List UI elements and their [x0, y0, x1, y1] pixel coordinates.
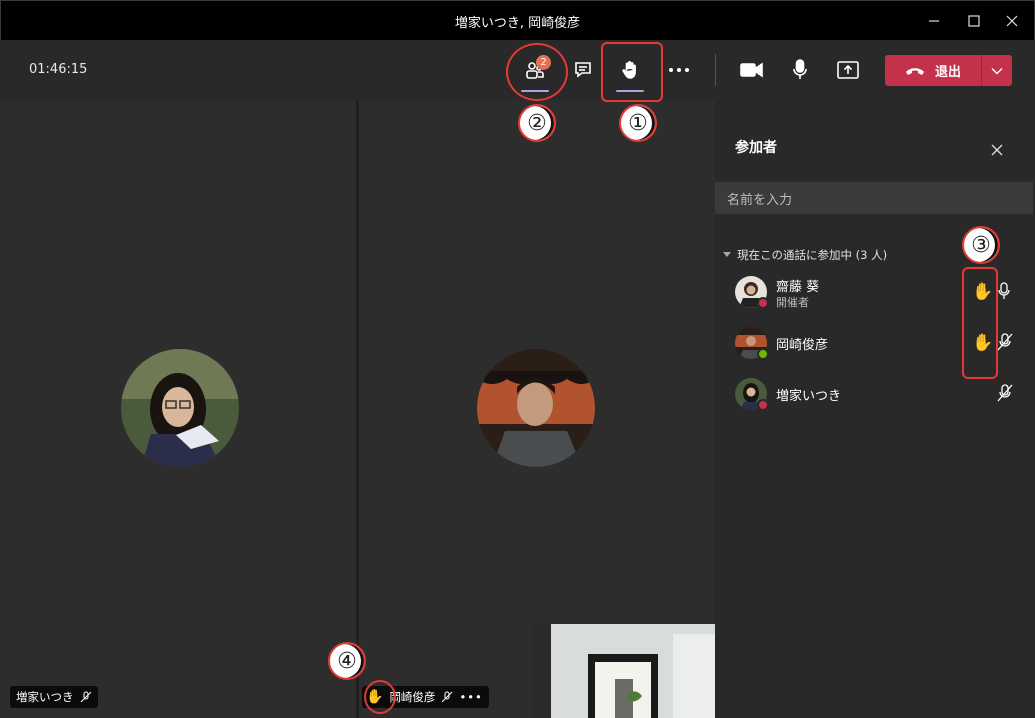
annotation-number-1: ①	[619, 104, 657, 142]
more-options-icon[interactable]: •••	[459, 690, 482, 704]
hang-up-icon	[905, 67, 924, 75]
video-tile-left[interactable]	[0, 100, 356, 718]
mic-off-icon	[442, 691, 453, 703]
annotation-box-raised-hands	[962, 267, 998, 379]
panel-title: 参加者	[735, 140, 777, 156]
chat-button[interactable]	[565, 52, 601, 88]
annotation-circle-participants	[506, 43, 568, 101]
share-icon	[837, 61, 859, 79]
section-label: 現在この通話に参加中 (3 人)	[737, 248, 888, 262]
avatar	[121, 349, 239, 467]
self-view-photo-icon	[533, 624, 715, 718]
close-panel-button[interactable]	[987, 140, 1007, 160]
status-badge	[757, 399, 769, 411]
self-view-video[interactable]	[533, 624, 715, 718]
chat-icon	[575, 62, 591, 78]
window-title: 増家いつき, 岡崎俊彦	[454, 16, 581, 31]
close-icon	[1006, 15, 1018, 27]
annotation-number-4: ④	[328, 642, 366, 680]
mic-on-icon[interactable]	[997, 282, 1011, 304]
leave-button[interactable]: 退出	[885, 55, 1012, 86]
microphone-button[interactable]	[782, 52, 818, 88]
share-screen-button[interactable]	[830, 52, 866, 88]
participant-name-tag: 増家いつき	[10, 686, 98, 708]
annotation-circle-hand	[364, 680, 396, 714]
participant-name: 岡崎俊彦	[389, 690, 436, 704]
participant-role: 開催者	[776, 296, 809, 309]
video-stage: 増家いつき ✋ 岡崎俊彦 •••	[0, 100, 715, 718]
annotation-number-2: ②	[518, 104, 556, 142]
camera-button[interactable]	[734, 52, 770, 88]
status-badge	[757, 297, 769, 309]
status-badge	[757, 348, 769, 360]
maximize-icon	[968, 15, 980, 27]
mic-off-icon[interactable]	[997, 333, 1013, 355]
leave-options-button[interactable]	[982, 67, 1012, 75]
leave-main[interactable]: 退出	[885, 55, 981, 86]
in-call-section-header[interactable]: 現在この通話に参加中 (3 人)	[723, 247, 887, 263]
minimize-icon	[929, 20, 939, 22]
microphone-icon	[793, 59, 807, 79]
participant-name: 増家いつき	[16, 690, 74, 704]
annotation-box-raise-hand	[601, 42, 663, 102]
mic-off-icon[interactable]	[997, 384, 1013, 406]
avatar	[477, 349, 595, 467]
more-icon	[669, 68, 689, 72]
participant-name: 増家いつき	[776, 389, 842, 404]
avatar-photo-icon	[121, 349, 239, 467]
participant-name: 岡崎俊彦	[776, 338, 829, 353]
mic-off-icon	[80, 691, 91, 703]
name-search-input[interactable]: 名前を入力	[715, 182, 1033, 214]
close-icon	[991, 144, 1003, 156]
participants-panel: 参加者 名前を入力 現在この通話に参加中 (3 人) 齋藤 葵 開催者 ✋ 岡崎…	[715, 100, 1035, 718]
participant-name: 齋藤 葵	[776, 280, 820, 295]
chevron-down-icon	[991, 67, 1003, 75]
call-timer: 01:46:15	[29, 62, 88, 77]
more-actions-button[interactable]	[661, 52, 697, 88]
avatar-photo-icon	[477, 349, 595, 467]
leave-label: 退出	[934, 65, 961, 80]
title-bar: 増家いつき, 岡崎俊彦	[0, 0, 1035, 40]
camera-icon	[740, 62, 763, 78]
toolbar-divider	[715, 54, 716, 86]
caret-down-icon	[723, 252, 731, 257]
close-window-button[interactable]	[989, 1, 1035, 41]
annotation-number-3: ③	[962, 226, 1000, 264]
